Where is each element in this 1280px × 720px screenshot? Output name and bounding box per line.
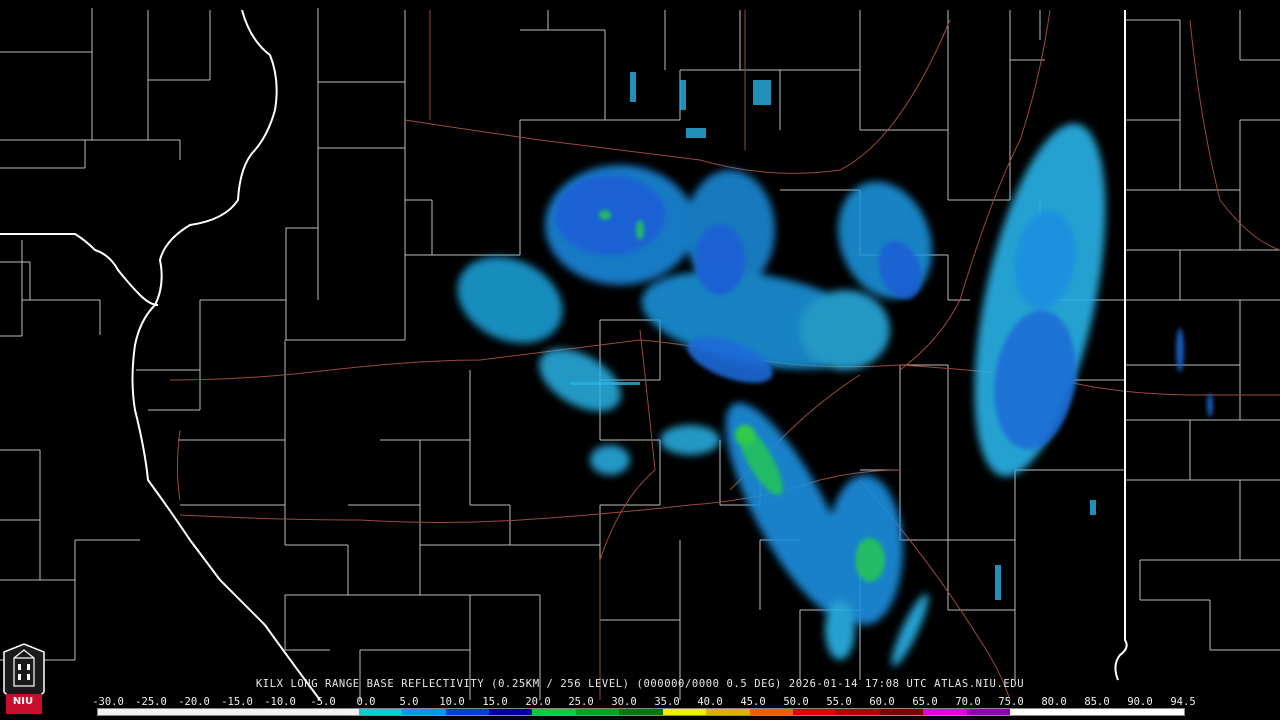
colorbar-segment bbox=[402, 709, 446, 715]
scale-label: -10.0 bbox=[264, 696, 296, 708]
colorbar-segment bbox=[1140, 709, 1184, 715]
scale-label: -15.0 bbox=[221, 696, 253, 708]
scale-label: 25.0 bbox=[568, 696, 594, 708]
county-borders bbox=[0, 8, 1280, 700]
colorbar-segment bbox=[228, 709, 272, 715]
scale-label: 40.0 bbox=[697, 696, 723, 708]
colorbar-segment bbox=[836, 709, 880, 715]
radar-map bbox=[0, 8, 1280, 714]
scale-label: 60.0 bbox=[869, 696, 895, 708]
scale-label: 70.0 bbox=[955, 696, 981, 708]
scale-label: 94.5 bbox=[1170, 696, 1196, 708]
colorbar-segment bbox=[1097, 709, 1141, 715]
scale-label: -20.0 bbox=[178, 696, 210, 708]
scale-label: -30.0 bbox=[92, 696, 124, 708]
scale-label: -5.0 bbox=[310, 696, 336, 708]
scale-label: 65.0 bbox=[912, 696, 938, 708]
colorbar-segment bbox=[1010, 709, 1054, 715]
colorbar-segment bbox=[532, 709, 576, 715]
colorbar-segment bbox=[445, 709, 489, 715]
scale-label: 80.0 bbox=[1041, 696, 1067, 708]
colorbar-segment bbox=[184, 709, 229, 715]
scale-label: 0.0 bbox=[356, 696, 376, 708]
scale-label: -25.0 bbox=[135, 696, 167, 708]
colorbar-segment bbox=[1053, 709, 1098, 715]
colorbar-segment bbox=[793, 709, 837, 715]
colorbar-segment bbox=[488, 709, 533, 715]
scale-label: 5.0 bbox=[399, 696, 419, 708]
scale-label: 50.0 bbox=[783, 696, 809, 708]
colorbar-segment bbox=[575, 709, 620, 715]
scale-label: 55.0 bbox=[826, 696, 852, 708]
colorbar-segment bbox=[662, 709, 707, 715]
reflectivity-scale-labels: -30.0 -25.0 -20.0 -15.0 -10.0 -5.0 0.0 5.0 10.0 1… bbox=[90, 696, 1200, 708]
scale-label: 85.0 bbox=[1084, 696, 1110, 708]
scale-label: 10.0 bbox=[439, 696, 465, 708]
colorbar-segment bbox=[966, 709, 1011, 715]
colorbar-segment bbox=[315, 709, 359, 715]
colorbar-segment bbox=[923, 709, 967, 715]
scale-label: 35.0 bbox=[654, 696, 680, 708]
scale-label: 20.0 bbox=[525, 696, 551, 708]
reflectivity-colorbar bbox=[97, 708, 1185, 716]
colorbar-segment bbox=[358, 709, 403, 715]
scale-label: 90.0 bbox=[1127, 696, 1153, 708]
colorbar-segment bbox=[271, 709, 316, 715]
colorbar-segment bbox=[98, 709, 142, 715]
scale-label: 75.0 bbox=[998, 696, 1024, 708]
scale-label: 45.0 bbox=[740, 696, 766, 708]
niu-logo-text: NIU bbox=[12, 696, 34, 707]
radar-echoes bbox=[457, 72, 1213, 667]
colorbar-segment bbox=[749, 709, 793, 715]
colorbar-segment bbox=[706, 709, 750, 715]
colorbar-segment bbox=[619, 709, 663, 715]
colorbar-segment bbox=[879, 709, 924, 715]
product-caption: KILX LONG RANGE BASE REFLECTIVITY (0.25K… bbox=[255, 678, 1025, 690]
scale-label: 15.0 bbox=[482, 696, 508, 708]
colorbar-segment bbox=[141, 709, 185, 715]
scale-label: 30.0 bbox=[611, 696, 637, 708]
